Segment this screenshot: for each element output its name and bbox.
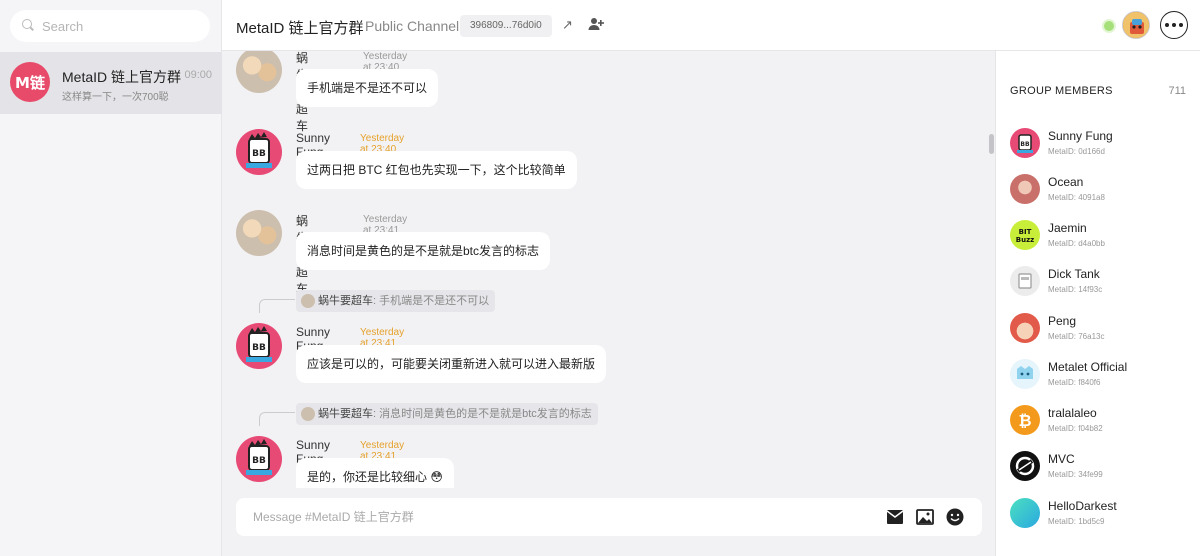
member-avatar: BB (1010, 128, 1040, 158)
member-item[interactable]: Peng MetaID: 76a13c (1010, 313, 1190, 347)
member-item[interactable]: BB Sunny Fung MetaID: 0d166d (1010, 128, 1190, 162)
user-avatar[interactable] (1122, 11, 1150, 39)
channel-preview: 这样算一下，一次700聪 (62, 92, 169, 103)
member-id: MetaID: f840f6 (1048, 378, 1101, 387)
member-id: MetaID: 0d166d (1048, 147, 1105, 156)
member-item[interactable]: ₿ tralalaleo MetaID: f04b82 (1010, 405, 1190, 439)
member-item[interactable]: Dick Tank MetaID: 14f93c (1010, 266, 1190, 300)
quote-avatar (301, 294, 315, 308)
online-status-icon (1104, 21, 1114, 31)
dot-icon (1179, 23, 1183, 27)
quote-author: 蜗牛要超车 (318, 408, 373, 420)
message-bubble[interactable]: 过两日把 BTC 红包也先实现一下，这个比较简单 (296, 151, 577, 189)
member-name: Metalet Official (1048, 360, 1128, 374)
channel-avatar: M链 (10, 62, 50, 102)
member-avatar (1010, 498, 1040, 528)
member-name: Dick Tank (1048, 267, 1100, 281)
red-packet-icon[interactable] (886, 508, 904, 526)
member-item[interactable]: BIT Buzz Jaemin MetaID: d4a0bb (1010, 220, 1190, 254)
member-id: MetaID: 4091a8 (1048, 193, 1105, 202)
message-scrollbar[interactable] (989, 134, 994, 154)
member-id: MetaID: 14f93c (1048, 285, 1103, 294)
member-item[interactable]: HelloDarkest MetaID: 1bd5c9 (1010, 498, 1190, 532)
bb-avatar[interactable]: BB (236, 323, 282, 369)
bb-avatar[interactable]: BB (236, 436, 282, 482)
member-name: Ocean (1048, 175, 1084, 189)
member-name: Peng (1048, 314, 1077, 328)
quote-text: : 消息时间是黄色的是不是就是btc发言的标志 (373, 408, 592, 420)
message-bubble[interactable]: 手机端是不是还不可以 (296, 69, 439, 107)
emoji-icon[interactable] (946, 508, 964, 526)
search-icon (22, 19, 36, 33)
member-id: MetaID: d4a0bb (1048, 239, 1105, 248)
channel-type-label: Public Channel (365, 18, 460, 34)
cat-avatar[interactable] (236, 210, 282, 256)
message-bubble[interactable]: 是的，你还是比较细心 😳 (296, 458, 454, 488)
message-bubble[interactable]: 消息时间是黄色的是不是就是btc发言的标志 (296, 232, 551, 270)
member-id: MetaID: 76a13c (1048, 332, 1105, 341)
members-count: 711 (1168, 85, 1186, 97)
message-input[interactable] (253, 498, 833, 536)
share-icon[interactable]: ↗ (562, 17, 573, 33)
member-avatar (1010, 313, 1040, 343)
quote-author: 蜗牛要超车 (318, 295, 373, 307)
more-options-button[interactable] (1160, 11, 1188, 39)
member-item[interactable]: Metalet Official MetaID: f840f6 (1010, 359, 1190, 393)
member-avatar (1010, 266, 1040, 296)
quote-text: : 手机端是不是还不可以 (373, 295, 490, 307)
svg-text:BB: BB (1020, 141, 1030, 148)
channel-name: MetaID 链上官方群 (62, 69, 182, 85)
svg-text:BB: BB (252, 343, 266, 353)
member-name: HelloDarkest (1048, 499, 1117, 513)
group-members-panel: GROUP MEMBERS 711 BB Sunny Fung MetaID: … (995, 51, 1200, 556)
quote-avatar (301, 407, 315, 421)
search-box[interactable] (10, 10, 210, 42)
svg-text:BB: BB (252, 456, 266, 466)
channel-list-item[interactable]: M链 MetaID 链上官方群 09:00 这样算一下，一次700聪 (0, 52, 222, 114)
member-id: MetaID: 1bd5c9 (1048, 517, 1105, 526)
svg-text:BIT: BIT (1019, 228, 1032, 236)
message-bubble[interactable]: 应该是可以的，可能要关闭重新进入就可以进入最新版 (296, 345, 607, 383)
member-avatar: ₿ (1010, 405, 1040, 435)
member-item[interactable]: MVC MetaID: 34fe99 (1010, 451, 1190, 485)
member-avatar (1010, 451, 1040, 481)
channel-sidebar: M链 MetaID 链上官方群 09:00 这样算一下，一次700聪 (0, 0, 222, 556)
dot-icon (1165, 23, 1169, 27)
app-window: M链 MetaID 链上官方群 09:00 这样算一下，一次700聪 MetaI… (0, 0, 1200, 556)
message-list[interactable]: 蜗牛要超车 Yesterday at 23:40 手机端是不是还不可以 BB S… (222, 51, 995, 488)
member-avatar: BIT Buzz (1010, 220, 1040, 250)
chat-header: MetaID 链上官方群 Public Channel 396809...76d… (222, 0, 1200, 51)
reply-connector (259, 299, 295, 313)
members-title: GROUP MEMBERS (1010, 85, 1113, 97)
reply-quote[interactable]: 蜗牛要超车: 手机端是不是还不可以 (296, 290, 496, 312)
svg-text:BB: BB (252, 149, 266, 159)
channel-title: MetaID 链上官方群 (236, 20, 364, 37)
add-user-icon[interactable] (588, 16, 604, 32)
channel-time: 09:00 (184, 69, 212, 81)
member-name: MVC (1048, 452, 1075, 466)
member-item[interactable]: Ocean MetaID: 4091a8 (1010, 174, 1190, 208)
channel-id-badge[interactable]: 396809...76d0i0 (460, 15, 552, 37)
bb-avatar[interactable]: BB (236, 129, 282, 175)
svg-text:₿: ₿ (1018, 411, 1031, 430)
member-id: MetaID: f04b82 (1048, 424, 1103, 433)
reply-connector (259, 412, 295, 426)
image-icon[interactable] (916, 508, 934, 526)
reply-quote[interactable]: 蜗牛要超车: 消息时间是黄色的是不是就是btc发言的标志 (296, 403, 598, 425)
member-name: Sunny Fung (1048, 129, 1113, 143)
member-id: MetaID: 34fe99 (1048, 470, 1103, 479)
svg-text:Buzz: Buzz (1016, 236, 1034, 244)
search-input[interactable] (42, 18, 202, 34)
member-name: Jaemin (1048, 221, 1087, 235)
message-composer (236, 498, 982, 536)
member-name: tralalaleo (1048, 406, 1097, 420)
dot-icon (1172, 23, 1176, 27)
member-avatar (1010, 359, 1040, 389)
member-avatar (1010, 174, 1040, 204)
cat-avatar[interactable] (236, 51, 282, 93)
